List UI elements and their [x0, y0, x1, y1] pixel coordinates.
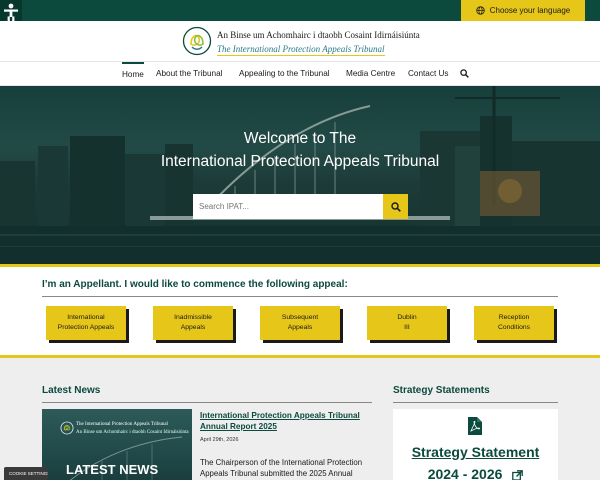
appeal-button-international-protection[interactable]: International Protection Appeals	[46, 306, 126, 340]
latest-news-heading: Latest News	[42, 385, 101, 396]
appeal-button-line1: Reception	[498, 314, 530, 321]
strategy-statements-heading: Strategy Statements	[393, 385, 490, 396]
external-link-icon	[512, 469, 524, 480]
nav-item-contact[interactable]: Contact Us	[408, 62, 449, 86]
news-divider	[42, 402, 372, 403]
news-and-strategy-section: Latest News The International Protection…	[0, 358, 600, 480]
appeal-button-line1: Subsequent	[281, 314, 319, 321]
appeal-section-title: I’m an Appellant. I would like to commen…	[42, 279, 348, 290]
search-submit-button[interactable]	[383, 194, 408, 219]
nav-item-media-centre[interactable]: Media Centre	[346, 62, 395, 86]
appeal-button-line2: Protection Appeals	[57, 324, 115, 331]
pdf-file-icon	[468, 417, 482, 435]
appeal-button-line1: Inadmissible	[174, 314, 212, 321]
hero-divider	[0, 264, 600, 267]
site-search	[193, 194, 408, 219]
appeal-button-line2: Conditions	[497, 324, 531, 331]
news-thumbnail-badge: LATEST NEWS	[66, 462, 159, 477]
search-icon	[390, 201, 401, 212]
nav-item-appealing[interactable]: Appealing to the Tribunal	[239, 62, 330, 86]
strategy-statement-years-row[interactable]: 2024 - 2026	[393, 466, 558, 480]
strategy-statement-years: 2024 - 2026	[427, 466, 503, 480]
news-article-title[interactable]: International Protection Appeals Tribuna…	[200, 410, 370, 432]
appeal-button-line2: III	[404, 324, 410, 331]
hero-banner: Welcome to The International Protection …	[0, 86, 600, 264]
appeal-divider	[42, 296, 558, 297]
appeal-button-line1: Dublin	[397, 314, 417, 321]
news-article-date: April 29th, 2026	[200, 437, 239, 443]
news-thumbnail-badge-clip: LATEST NEWS	[42, 409, 192, 480]
nav-item-about[interactable]: About the Tribunal	[156, 62, 222, 86]
main-nav: Home About the Tribunal Appealing to the…	[0, 61, 600, 86]
top-bar: Choose your language	[0, 0, 600, 28]
site-title-irish[interactable]: An Binse um Achomhairc i dtaobh Cosaint …	[217, 30, 420, 40]
search-icon[interactable]	[460, 69, 469, 78]
choose-language-label: Choose your language	[489, 6, 571, 15]
appeal-button-inadmissible[interactable]: Inadmissible Appeals	[153, 306, 233, 340]
city-skyline-image	[0, 86, 600, 264]
hero-title-line1: Welcome to The	[243, 130, 357, 147]
appeal-button-line2: Appeals	[180, 324, 206, 331]
globe-icon	[476, 6, 485, 15]
ipat-logo-icon[interactable]	[182, 26, 212, 56]
site-header: An Binse um Achomhairc i dtaobh Cosaint …	[0, 21, 600, 61]
news-article-summary: The Chairperson of the International Pro…	[200, 458, 363, 478]
appeal-button-line2: Appeals	[287, 324, 313, 331]
choose-language-button[interactable]: Choose your language	[461, 0, 585, 21]
cookie-settings-button[interactable]: COOKIE SETTINGS	[4, 467, 48, 480]
strategy-statement-card[interactable]: Strategy Statement 2024 - 2026	[393, 409, 558, 480]
nav-item-home[interactable]: Home	[122, 62, 144, 86]
appeal-button-subsequent[interactable]: Subsequent Appeals	[260, 306, 340, 340]
appeal-button-reception-conditions[interactable]: Reception Conditions	[474, 306, 554, 340]
site-title-english[interactable]: The International Protection Appeals Tri…	[217, 44, 385, 56]
appeal-button-line1: International	[67, 314, 105, 321]
search-input[interactable]	[193, 194, 383, 219]
hero-title-line2: International Protection Appeals Tribuna…	[160, 153, 440, 170]
strategy-divider	[393, 402, 558, 403]
strategy-statement-title[interactable]: Strategy Statement	[393, 444, 558, 460]
appeal-button-dublin-iii[interactable]: Dublin III	[367, 306, 447, 340]
